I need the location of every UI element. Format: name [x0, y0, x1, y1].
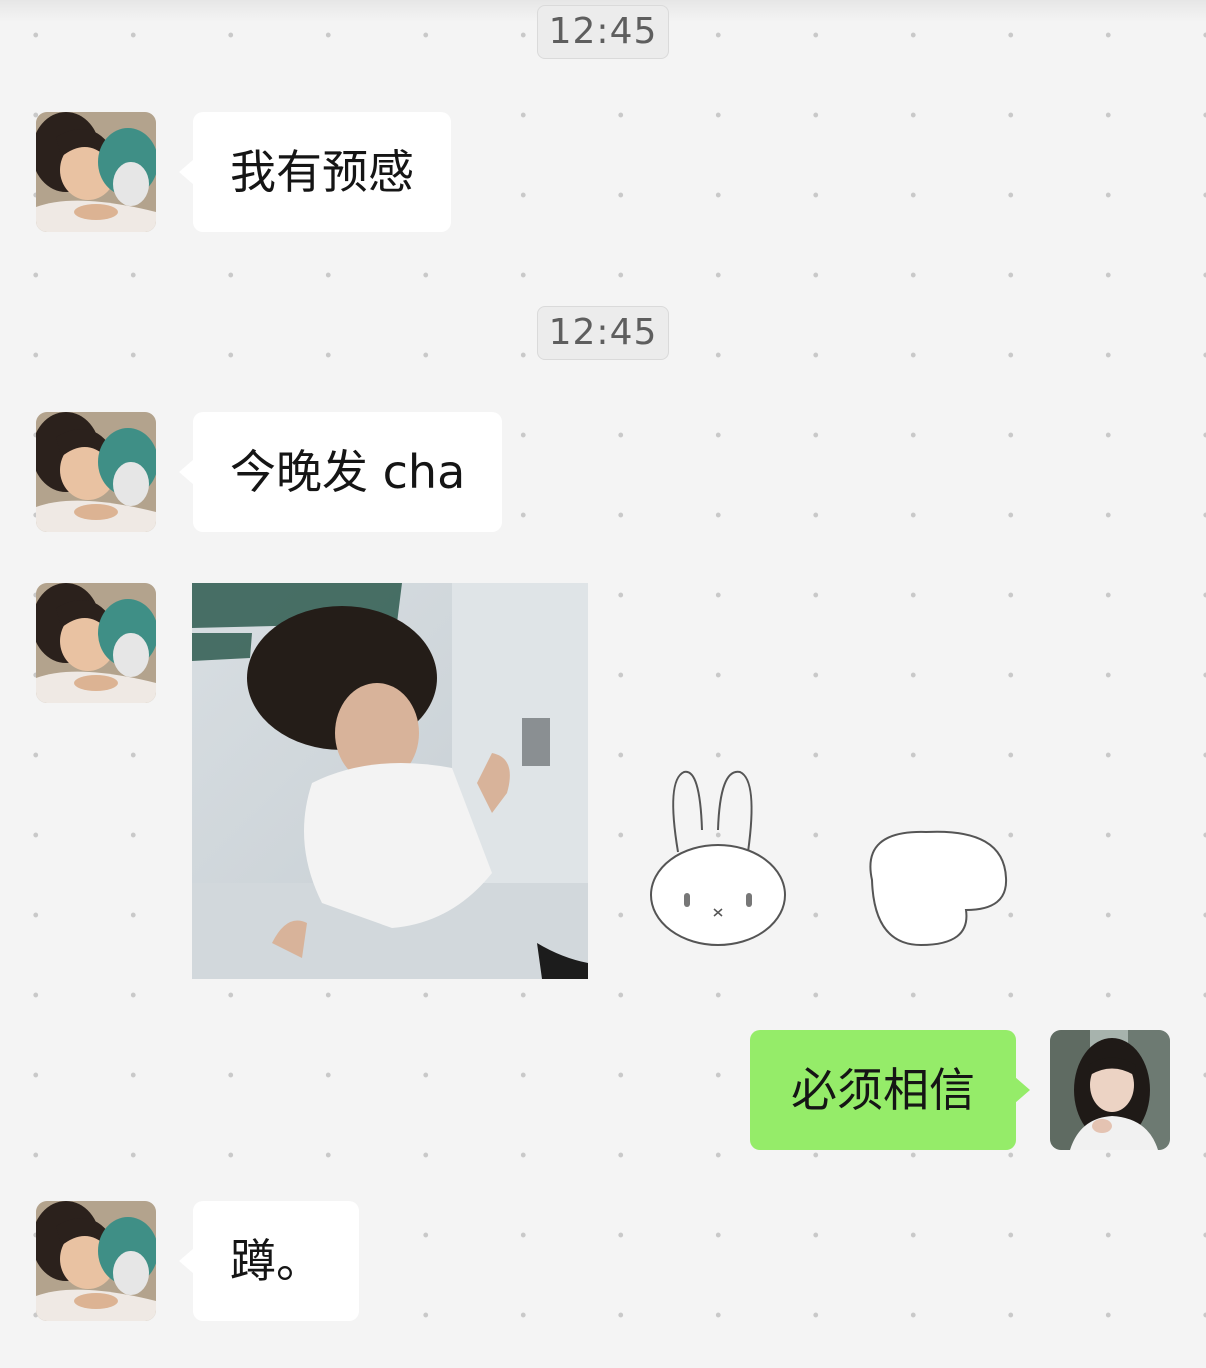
- message-bubble-incoming[interactable]: 蹲。: [179, 1201, 359, 1321]
- girl-avatar-icon: [1050, 1030, 1170, 1150]
- message-bubble-incoming[interactable]: 今晚发 cha: [178, 412, 503, 532]
- contact-avatar[interactable]: [36, 412, 156, 532]
- contact-avatar[interactable]: [36, 112, 156, 232]
- contact-avatar[interactable]: [36, 1201, 156, 1321]
- message-bubble-outgoing[interactable]: 必须相信: [750, 1030, 1030, 1150]
- child-avatar-icon: [36, 412, 156, 532]
- timestamp: 12:45: [537, 5, 669, 59]
- child-avatar-icon: [36, 583, 156, 703]
- rabbit-doodle: [636, 760, 1036, 960]
- photo-sticker-icon: [192, 583, 588, 979]
- rabbit-doodle-icon: [650, 770, 1008, 947]
- child-avatar-icon: [36, 112, 156, 232]
- sticker-image[interactable]: [192, 583, 588, 979]
- contact-avatar[interactable]: [36, 583, 156, 703]
- child-avatar-icon: [36, 1201, 156, 1321]
- message-bubble-incoming[interactable]: 我有预感: [179, 112, 451, 232]
- timestamp: 12:45: [537, 306, 669, 360]
- my-avatar[interactable]: [1050, 1030, 1170, 1150]
